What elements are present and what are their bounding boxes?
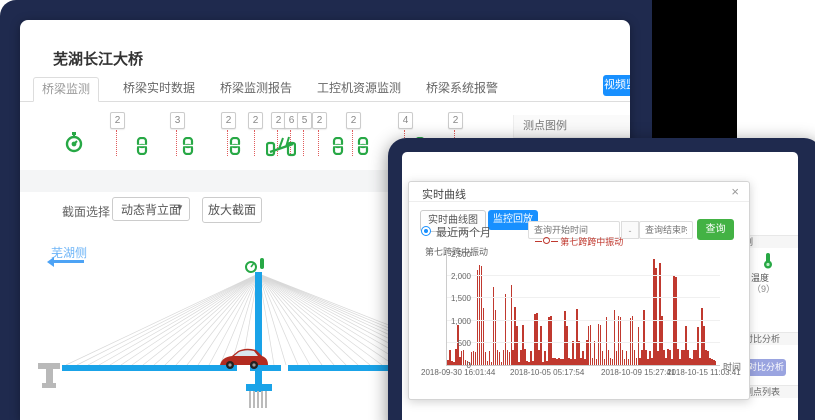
x-tick-label: 2018-10-05 05:17:54 [510, 368, 584, 377]
tab-ipc-resource[interactable]: 工控机资源监测 [317, 77, 401, 100]
legend-marker-icon [543, 237, 550, 244]
popup-window-content: 例 温度 （9） 对比分析 对比分析 测点列表 实时曲线 × 实时曲线图 监控回… [402, 152, 798, 420]
sensor-count-badge: 5 [297, 112, 312, 129]
chain-link-icon[interactable] [136, 137, 148, 155]
tab-realtime-data[interactable]: 桥梁实时数据 [123, 77, 195, 100]
tab-bridge-monitor[interactable]: 桥梁监测 [33, 77, 99, 102]
sensor-dropline [116, 130, 117, 156]
tower-sensor-icons [246, 258, 264, 272]
chart-bars [447, 254, 720, 365]
sensor-count-badge: 3 [170, 112, 185, 129]
chart-plot-area [446, 254, 720, 366]
gridline [447, 342, 720, 343]
gridline [447, 297, 720, 298]
y-tick-label: 2,500 [441, 250, 471, 259]
gridline [447, 275, 720, 276]
main-tab-bar: 桥梁监测 桥梁实时数据 桥梁监测报告 工控机资源监测 桥梁系统报警 [20, 77, 630, 102]
video-monitor-button[interactable]: 视频监控 [603, 75, 630, 96]
zoom-section-button[interactable]: 放大截面 [202, 197, 262, 223]
x-tick-label: 2018-10-09 15:27:41 [601, 368, 675, 377]
x-tick-label: 2018-09-30 16:01:44 [421, 368, 495, 377]
tower-piles [250, 391, 266, 408]
divider [409, 201, 749, 202]
y-tick-label: 2,000 [441, 272, 471, 281]
thermometer-icon [762, 252, 774, 269]
gridline [447, 320, 720, 321]
tower-pedestal [246, 384, 272, 391]
sensor-dropline [227, 130, 228, 156]
page-title: 芜湖长江大桥 [53, 48, 143, 69]
sensor-count-badge: 2 [110, 112, 125, 129]
sensor-dropline [303, 130, 304, 156]
sensor-count-badge: 2 [346, 112, 361, 129]
sensor-count-badge: 2 [248, 112, 263, 129]
chain-link-icon[interactable] [332, 137, 344, 155]
tab-system-alarm[interactable]: 桥梁系统报警 [426, 77, 498, 100]
sensor-count-badge: 2 [221, 112, 236, 129]
sensor-dropline [176, 130, 177, 156]
realtime-curve-dialog: 实时曲线 × 实时曲线图 监控回放 最近两个月 - 查询 第七跨跨中振动 第七跨… [408, 181, 750, 400]
compare-analysis-button[interactable]: 对比分析 [746, 359, 786, 376]
y-tick-label: 1,000 [441, 317, 471, 326]
temperature-count: （9） [752, 282, 775, 295]
legend-panel-title: 测点图例 [514, 115, 630, 138]
sensor-dropline [352, 130, 353, 156]
y-tick-label: 1,500 [441, 294, 471, 303]
stopwatch-icon[interactable] [64, 130, 84, 154]
tab-monitor-report[interactable]: 桥梁监测报告 [220, 77, 292, 100]
radio-selected[interactable] [422, 227, 430, 235]
bridge-section-icon[interactable] [266, 134, 296, 160]
bridge-tower [255, 272, 262, 392]
bridge-deck [62, 365, 237, 371]
sensor-count-badge: 2 [448, 112, 463, 129]
bridge-pier [38, 363, 60, 388]
screenshot-root: 芜湖长江大桥 桥梁监测 桥梁实时数据 桥梁监测报告 工控机资源监测 桥梁系统报警… [0, 0, 815, 420]
close-icon[interactable]: × [731, 184, 739, 199]
x-tick-label: 2018-10-15 11:03:41 [667, 368, 741, 377]
popup-window: 例 温度 （9） 对比分析 对比分析 测点列表 实时曲线 × 实时曲线图 监控回… [388, 138, 815, 420]
sensor-count-badge: 2 [312, 112, 327, 129]
chain-link-icon[interactable] [229, 137, 241, 155]
chain-link-icon[interactable] [357, 137, 369, 155]
sensor-dropline [254, 130, 255, 156]
chain-link-icon[interactable] [182, 137, 194, 155]
chevron-down-icon: ▼ [176, 203, 184, 212]
sensor-dropline [318, 130, 319, 156]
dialog-title: 实时曲线 [422, 186, 466, 202]
sensor-count-badge: 4 [398, 112, 413, 129]
y-tick-label: 500 [441, 339, 471, 348]
